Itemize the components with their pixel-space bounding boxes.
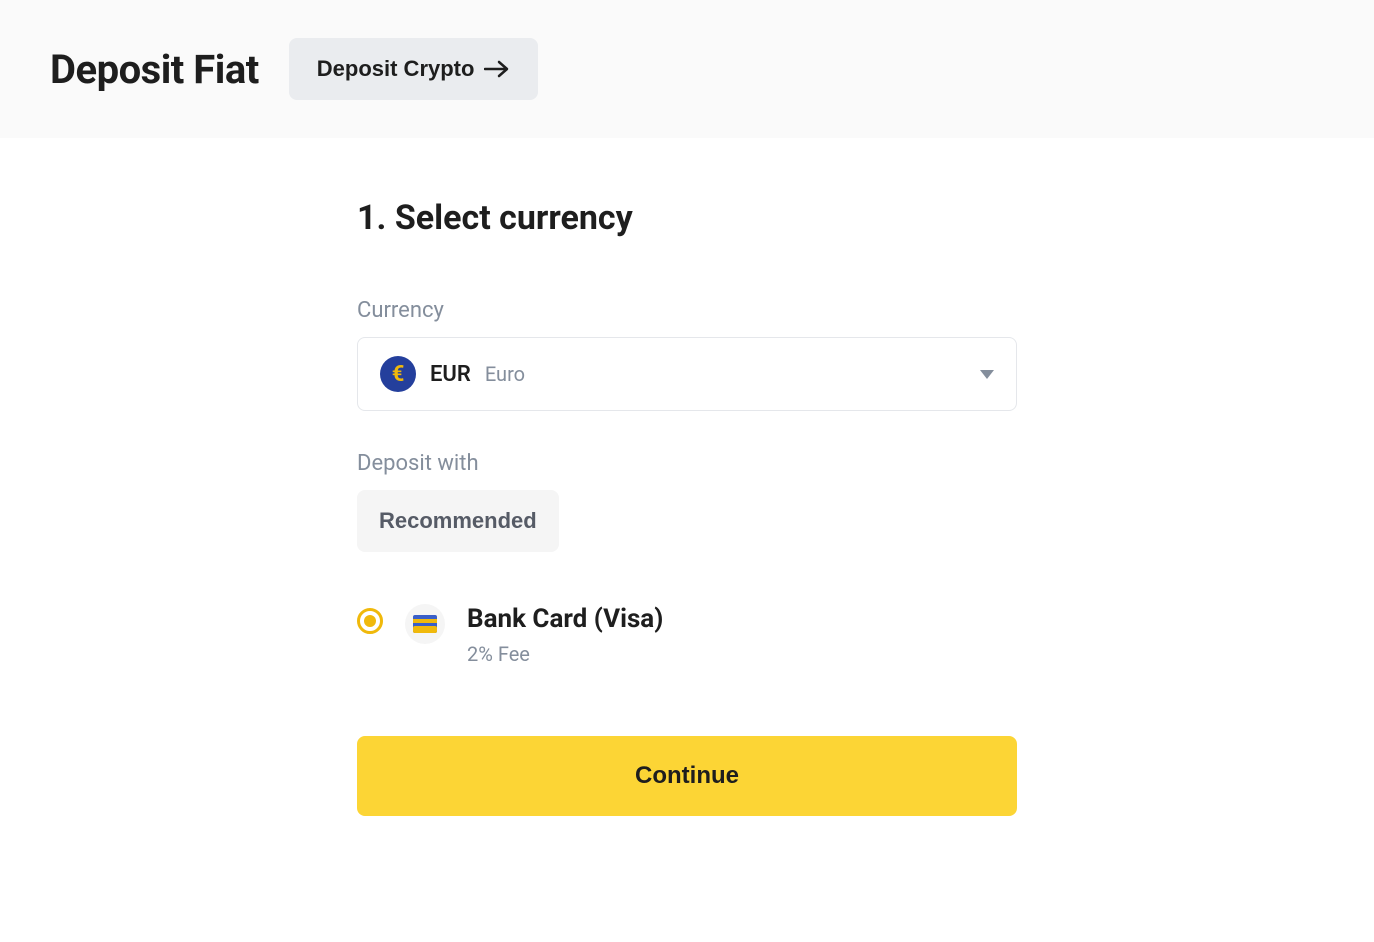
currency-field: Currency € EUR Euro: [357, 298, 1017, 411]
radio-selected-icon: [357, 608, 383, 634]
bank-card-icon: [405, 604, 445, 644]
continue-button[interactable]: Continue: [357, 736, 1017, 816]
step-heading: 1. Select currency: [357, 198, 1017, 238]
deposit-crypto-button[interactable]: Deposit Crypto: [289, 38, 539, 100]
deposit-crypto-label: Deposit Crypto: [317, 56, 475, 82]
deposit-with-section: Deposit with Recommended: [357, 451, 1017, 552]
arrow-right-icon: [484, 60, 510, 78]
page-title: Deposit Fiat: [50, 46, 259, 93]
payment-title: Bank Card (Visa): [467, 604, 663, 634]
main-content: 1. Select currency Currency € EUR Euro D…: [0, 138, 1374, 816]
deposit-with-label: Deposit with: [357, 451, 1017, 476]
payment-option-bank-card[interactable]: Bank Card (Visa) 2% Fee: [357, 576, 1017, 696]
currency-label: Currency: [357, 298, 1017, 323]
form-container: 1. Select currency Currency € EUR Euro D…: [357, 198, 1017, 816]
caret-down-icon: [980, 365, 994, 384]
currency-name: Euro: [485, 362, 525, 386]
currency-code: EUR: [430, 362, 471, 387]
header: Deposit Fiat Deposit Crypto: [0, 0, 1374, 138]
payment-text: Bank Card (Visa) 2% Fee: [467, 604, 663, 666]
payment-fee: 2% Fee: [467, 642, 663, 666]
currency-select[interactable]: € EUR Euro: [357, 337, 1017, 411]
tab-recommended[interactable]: Recommended: [357, 490, 559, 552]
euro-icon: €: [380, 356, 416, 392]
